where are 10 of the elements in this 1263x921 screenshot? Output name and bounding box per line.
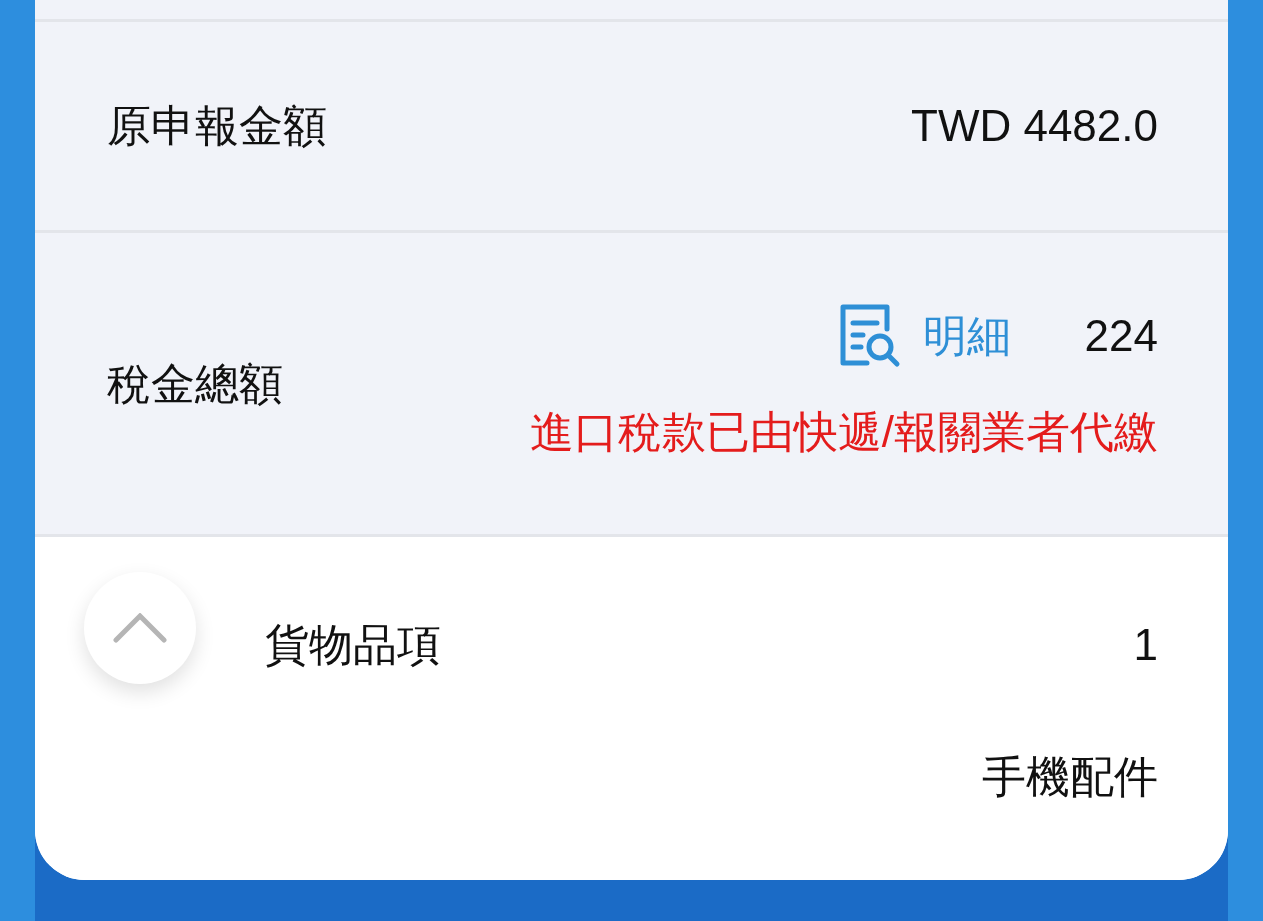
item-count: 1 [1133,619,1158,671]
tax-note: 進口稅款已由快遞/報關業者代繳 [529,405,1158,458]
chevron-up-icon [113,613,167,643]
row-value: 224 [1084,309,1158,362]
item-name: 手機配件 [982,751,1158,803]
row-label: 稅金總額 [107,357,283,410]
row-value: TWD 4482.0 [911,100,1158,152]
row-label: 原申報金額 [107,100,327,152]
detail-link[interactable]: 明細 [836,302,1011,369]
section-label: 貨物品項 [265,619,441,671]
